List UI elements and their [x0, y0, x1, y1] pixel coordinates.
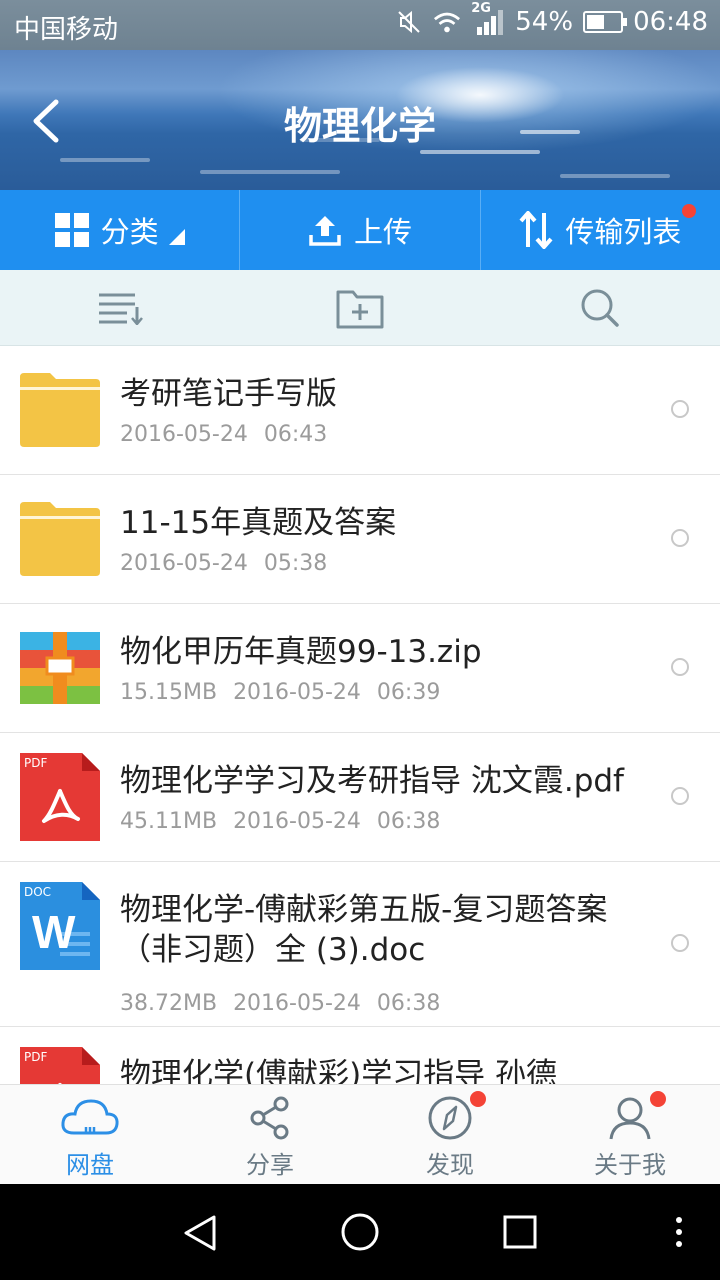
bottom-nav: 网盘 分享 发现 关于我	[0, 1084, 720, 1184]
notification-badge	[681, 204, 696, 218]
select-checkbox[interactable]	[671, 529, 689, 547]
user-icon	[609, 1097, 651, 1140]
file-size: 38.72MB	[120, 991, 218, 1016]
tab-label: 发现	[426, 1151, 474, 1179]
pdf-file-icon: PDF	[20, 753, 100, 841]
file-date: 2016-05-24	[233, 680, 361, 705]
sort-button[interactable]	[0, 270, 240, 345]
tab-netdisk[interactable]: 网盘	[0, 1085, 180, 1184]
file-time: 06:43	[263, 422, 328, 447]
file-list: 考研笔记手写版 2016-05-24 06:43 11-15年真题及答案 2016…	[0, 346, 720, 1084]
select-checkbox[interactable]	[671, 400, 689, 418]
select-checkbox[interactable]	[671, 934, 689, 952]
category-button[interactable]: 分类	[0, 190, 239, 270]
tab-about-me[interactable]: 关于我	[540, 1085, 720, 1184]
file-time: 06:39	[376, 680, 441, 705]
list-item[interactable]: 考研笔记手写版 2016-05-24 06:43	[0, 346, 720, 475]
tab-label: 关于我	[594, 1151, 666, 1179]
file-meta: 38.72MB 2016-05-24 06:38	[120, 991, 440, 1016]
file-time: 05:38	[263, 551, 328, 576]
tab-share[interactable]: 分享	[180, 1085, 360, 1184]
grid-icon	[54, 213, 89, 247]
wifi-icon	[434, 12, 461, 33]
file-meta: 15.15MB 2016-05-24 06:39	[120, 680, 440, 705]
mute-icon	[398, 10, 420, 34]
notification-badge	[650, 1091, 666, 1107]
page-title: 物理化学	[283, 104, 436, 148]
list-item[interactable]: 物化甲历年真题99-13.zip 15.15MB 2016-05-24 06:39	[0, 604, 720, 733]
search-icon	[581, 289, 619, 327]
file-meta: 2016-05-24 06:43	[120, 422, 327, 447]
pdf-label: PDF	[24, 756, 48, 770]
dropdown-caret-icon	[168, 229, 185, 245]
file-date: 2016-05-24	[120, 551, 248, 576]
file-size: 45.11MB	[120, 809, 218, 834]
sort-icon	[99, 293, 143, 325]
battery-icon	[583, 11, 628, 33]
doc-label: DOC	[24, 885, 52, 899]
list-toolbar	[0, 270, 720, 346]
home-circle-icon[interactable]	[340, 1212, 380, 1252]
file-date: 2016-05-24	[233, 809, 361, 834]
select-checkbox[interactable]	[671, 787, 689, 805]
svg-text:W: W	[32, 906, 76, 958]
category-label: 分类	[100, 215, 159, 249]
header-banner: 物理化学	[0, 50, 720, 190]
search-button[interactable]	[480, 270, 720, 345]
clock: 06:48	[633, 7, 708, 37]
file-name: 物理化学(傅献彩)学习指导 孙德	[120, 1057, 558, 1084]
upload-icon	[309, 216, 341, 246]
recents-square-icon[interactable]	[502, 1214, 538, 1250]
file-name: 物化甲历年真题99-13.zip	[120, 634, 482, 670]
file-name: 11-15年真题及答案	[120, 505, 397, 541]
zip-archive-icon	[20, 632, 100, 704]
tab-label: 分享	[246, 1151, 294, 1179]
list-item[interactable]: PDF 物理化学(傅献彩)学习指导 孙德	[0, 1027, 720, 1084]
pdf-label: PDF	[24, 1050, 48, 1064]
transfer-list-label: 传输列表	[565, 215, 682, 249]
notification-badge	[470, 1091, 486, 1107]
file-date: 2016-05-24	[233, 991, 361, 1016]
action-bar: 分类 上传 传输列表	[0, 190, 720, 270]
folder-icon	[20, 373, 100, 447]
file-name: 考研笔记手写版	[120, 376, 337, 412]
new-folder-icon	[336, 290, 384, 328]
file-time: 06:38	[376, 809, 441, 834]
back-triangle-icon[interactable]	[182, 1214, 218, 1252]
file-meta: 45.11MB 2016-05-24 06:38	[120, 809, 440, 834]
new-folder-button[interactable]	[240, 270, 480, 345]
list-item[interactable]: W DOC 物理化学-傅献彩第五版-复习题答案（非习题）全 (3).doc 38…	[0, 862, 720, 1027]
tab-discover[interactable]: 发现	[360, 1085, 540, 1184]
compass-icon	[428, 1096, 472, 1140]
transfer-icon	[519, 211, 553, 249]
battery-percent: 54%	[515, 7, 574, 37]
file-name: 物理化学学习及考研指导 沈文霞.pdf	[120, 763, 624, 799]
carrier-name: 中国移动	[14, 15, 119, 45]
file-meta: 2016-05-24 05:38	[120, 551, 327, 576]
system-nav-bar	[0, 1184, 720, 1280]
upload-label: 上传	[353, 215, 412, 249]
upload-button[interactable]: 上传	[239, 190, 479, 270]
file-size: 15.15MB	[120, 680, 218, 705]
pdf-file-icon: PDF	[20, 1047, 100, 1084]
file-date: 2016-05-24	[120, 422, 248, 447]
tab-label: 网盘	[66, 1151, 114, 1179]
share-icon	[250, 1096, 289, 1140]
status-bar: 中国移动 2G 54% 06:48	[0, 0, 720, 50]
signal-icon: 2G	[471, 1, 505, 37]
list-item[interactable]: PDF 物理化学学习及考研指导 沈文霞.pdf 45.11MB 2016-05-2…	[0, 733, 720, 862]
transfer-list-button[interactable]: 传输列表	[479, 190, 720, 270]
list-item[interactable]: 11-15年真题及答案 2016-05-24 05:38	[0, 475, 720, 604]
folder-icon	[20, 502, 100, 576]
cloud-icon	[61, 1099, 119, 1135]
doc-file-icon: W DOC	[20, 882, 100, 970]
file-name: 物理化学-傅献彩第五版-复习题答案（非习题）全 (3).doc	[120, 892, 608, 968]
more-dots-icon[interactable]	[672, 1216, 686, 1248]
file-time: 06:38	[376, 991, 441, 1016]
select-checkbox[interactable]	[671, 658, 689, 676]
